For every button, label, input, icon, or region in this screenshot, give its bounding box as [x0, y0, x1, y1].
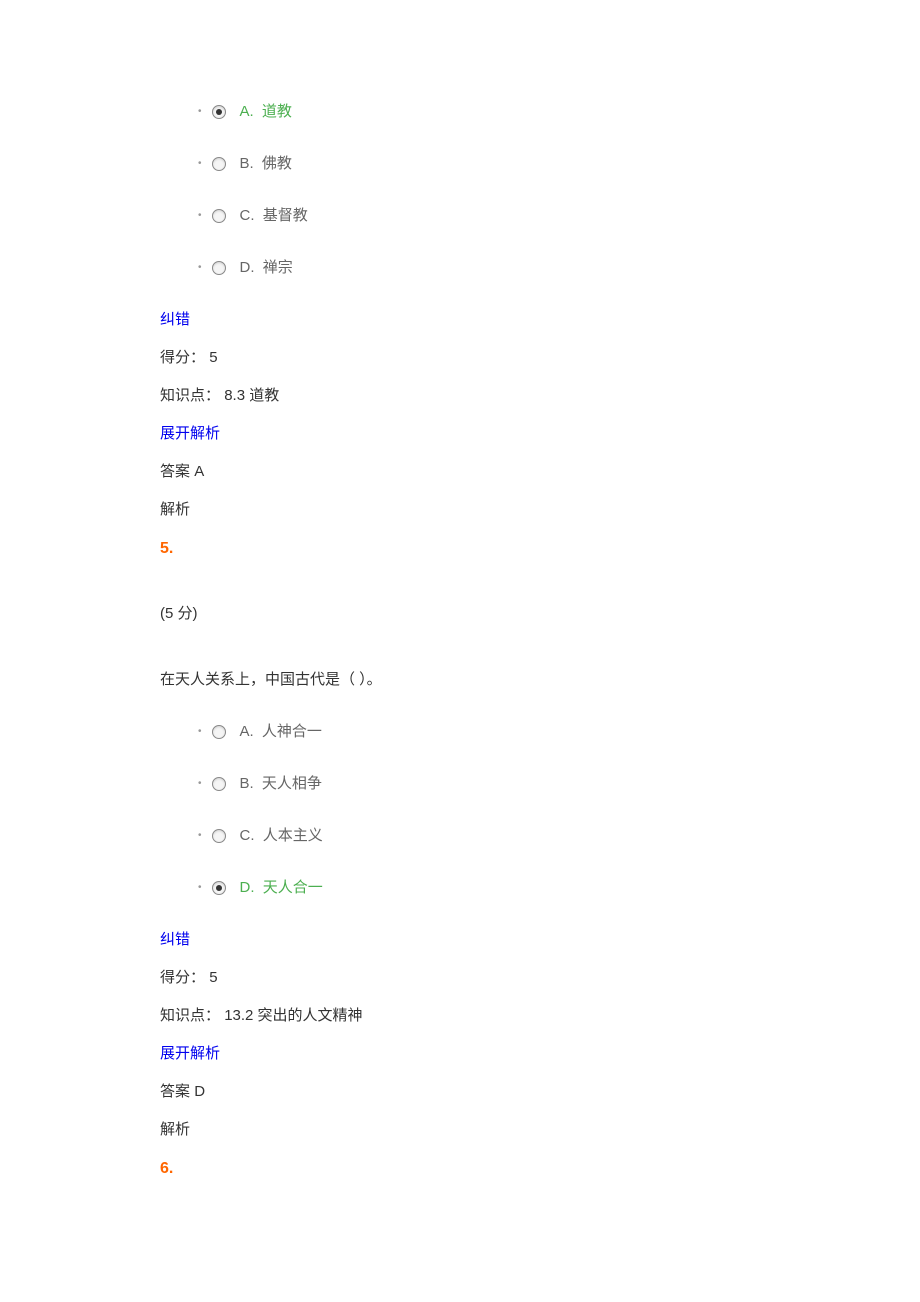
question-6-number: 6.	[160, 1156, 760, 1182]
option-b-label: B. 佛教	[240, 152, 292, 176]
bullet-icon: •	[198, 208, 202, 224]
radio-unselected-icon	[212, 829, 226, 843]
knowledge-line: 知识点： 8.3 道教	[160, 384, 760, 408]
question-5-options: • A. 人神合一 • B. 天人相争 • C. 人本主义 •	[160, 720, 760, 900]
option-d[interactable]: • D. 禅宗	[198, 256, 760, 280]
bullet-icon: •	[198, 104, 202, 120]
question-4-block: • A. 道教 • B. 佛教 • C. 基督教 •	[160, 100, 760, 522]
question-5-block: 5. (5 分) 在天人关系上，中国古代是（ ）。 • A. 人神合一 • B.…	[160, 536, 760, 1142]
option-d-label: D. 天人合一	[240, 876, 323, 900]
radio-unselected-icon	[212, 777, 226, 791]
expand-analysis-link[interactable]: 展开解析	[160, 1042, 760, 1066]
score-line: 得分： 5	[160, 346, 760, 370]
option-b[interactable]: • B. 天人相争	[198, 772, 760, 796]
question-4-options: • A. 道教 • B. 佛教 • C. 基督教 •	[160, 100, 760, 280]
bullet-icon: •	[198, 724, 202, 740]
radio-unselected-icon	[212, 209, 226, 223]
option-c-label: C. 基督教	[240, 204, 308, 228]
question-5-text: 在天人关系上，中国古代是（ ）。	[160, 668, 760, 692]
radio-unselected-icon	[212, 725, 226, 739]
question-5-points: (5 分)	[160, 602, 760, 626]
answer-line: 答案 A	[160, 460, 760, 484]
bullet-icon: •	[198, 880, 202, 896]
question-6-block: 6.	[160, 1156, 760, 1182]
expand-analysis-link[interactable]: 展开解析	[160, 422, 760, 446]
bullet-icon: •	[198, 156, 202, 172]
option-c-label: C. 人本主义	[240, 824, 323, 848]
option-a-label: A. 人神合一	[240, 720, 322, 744]
question-5-number: 5.	[160, 536, 760, 562]
option-c[interactable]: • C. 人本主义	[198, 824, 760, 848]
knowledge-line: 知识点： 13.2 突出的人文精神	[160, 1004, 760, 1028]
radio-unselected-icon	[212, 261, 226, 275]
option-b-label: B. 天人相争	[240, 772, 322, 796]
option-d[interactable]: • D. 天人合一	[198, 876, 760, 900]
bullet-icon: •	[198, 828, 202, 844]
radio-selected-icon	[212, 881, 226, 895]
radio-unselected-icon	[212, 157, 226, 171]
explain-line: 解析	[160, 1118, 760, 1142]
correction-link[interactable]: 纠错	[160, 928, 760, 952]
option-b[interactable]: • B. 佛教	[198, 152, 760, 176]
option-a[interactable]: • A. 人神合一	[198, 720, 760, 744]
radio-selected-icon	[212, 105, 226, 119]
bullet-icon: •	[198, 260, 202, 276]
option-c[interactable]: • C. 基督教	[198, 204, 760, 228]
correction-link[interactable]: 纠错	[160, 308, 760, 332]
option-a-label: A. 道教	[240, 100, 292, 124]
bullet-icon: •	[198, 776, 202, 792]
answer-line: 答案 D	[160, 1080, 760, 1104]
option-d-label: D. 禅宗	[240, 256, 293, 280]
score-line: 得分： 5	[160, 966, 760, 990]
option-a[interactable]: • A. 道教	[198, 100, 760, 124]
explain-line: 解析	[160, 498, 760, 522]
